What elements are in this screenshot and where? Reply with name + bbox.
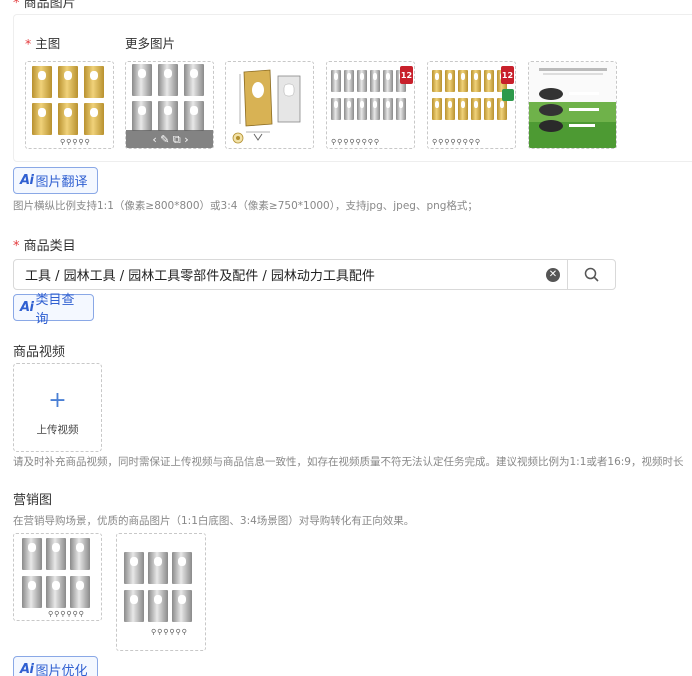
search-button[interactable]	[567, 260, 615, 289]
image-optimize-label: 图片优化	[35, 664, 88, 676]
marketing-image-3x4[interactable]: ⚲⚲⚲⚲⚲⚲	[116, 533, 206, 651]
more-image-thumb-5[interactable]	[528, 61, 617, 149]
marketing-image-1x1[interactable]: ⚲⚲⚲⚲⚲⚲	[13, 533, 102, 621]
marketing-hint: 在营销导购场景，优质的商品图片（1:1白底图、3:4场景图）对导购转化有正向效果…	[13, 515, 415, 527]
plus-icon: +	[48, 388, 67, 413]
category-section-title: * 商品类目	[13, 239, 76, 254]
video-hint: 请及时补充商品视频，同时需保证上传视频与商品信息一致性，如存在视频质量不符无法认…	[13, 456, 684, 468]
lawn-scene-image	[529, 62, 616, 148]
category-path-value: 工具 / 园林工具 / 园林工具零部件及配件 / 园林动力工具配件	[25, 269, 375, 284]
more-image-thumb-4[interactable]: 12 ⚲⚲⚲⚲⚲⚲⚲⚲	[427, 61, 516, 149]
image-ratio-hint: 图片横纵比例支持1:1（像素≥800*800）或3:4（像素≥750*1000）…	[13, 200, 478, 212]
main-image-thumb[interactable]: ⚲⚲⚲⚲⚲	[25, 61, 114, 149]
ai-icon: Ai	[20, 173, 34, 188]
more-image-thumb-2[interactable]	[225, 61, 314, 149]
gold-blades-image	[32, 66, 104, 135]
more-images-label: 更多图片	[125, 36, 176, 51]
clear-icon[interactable]: ✕	[546, 267, 560, 282]
image-translate-button[interactable]: Ai 图片翻译	[13, 167, 98, 194]
upload-video-button[interactable]: + 上传视频	[13, 363, 102, 452]
ai-icon: Ai	[20, 300, 34, 315]
category-search-input[interactable]: 工具 / 园林工具 / 园林工具零部件及配件 / 园林动力工具配件 ✕	[13, 259, 616, 290]
silver-12pack-image	[331, 70, 406, 120]
blade-diagram-image	[232, 69, 301, 144]
ai-icon: Ai	[20, 662, 34, 676]
category-query-label: 类目查询	[35, 292, 75, 327]
silver-blades-image	[22, 538, 90, 608]
image-optimize-button[interactable]: Ai 图片优化	[13, 656, 98, 676]
pack-count-badge: 12	[400, 66, 413, 84]
image-edit-toolbar[interactable]: ‹ ✎ ⧉ ›	[126, 130, 213, 148]
video-section-title: 商品视频	[13, 345, 66, 360]
search-icon	[584, 267, 599, 282]
images-section-title: * 商品图片	[13, 0, 76, 11]
pack-count-badge: 12	[501, 66, 514, 84]
marketing-section-title: 营销图	[13, 493, 53, 508]
main-image-label: * 主图	[25, 36, 61, 51]
silver-blades-image	[124, 552, 192, 622]
category-query-button[interactable]: Ai 类目查询	[13, 293, 94, 327]
more-image-thumb-1[interactable]: ‹ ✎ ⧉ ›	[125, 61, 214, 149]
silver-blades-image	[132, 64, 204, 131]
gold-12pack-image	[432, 70, 507, 120]
image-translate-label: 图片翻译	[35, 175, 88, 190]
upload-video-label: 上传视频	[36, 424, 79, 436]
green-arrow-icon	[502, 89, 514, 101]
more-image-thumb-3[interactable]: 12 ⚲⚲⚲⚲⚲⚲⚲⚲	[326, 61, 415, 149]
